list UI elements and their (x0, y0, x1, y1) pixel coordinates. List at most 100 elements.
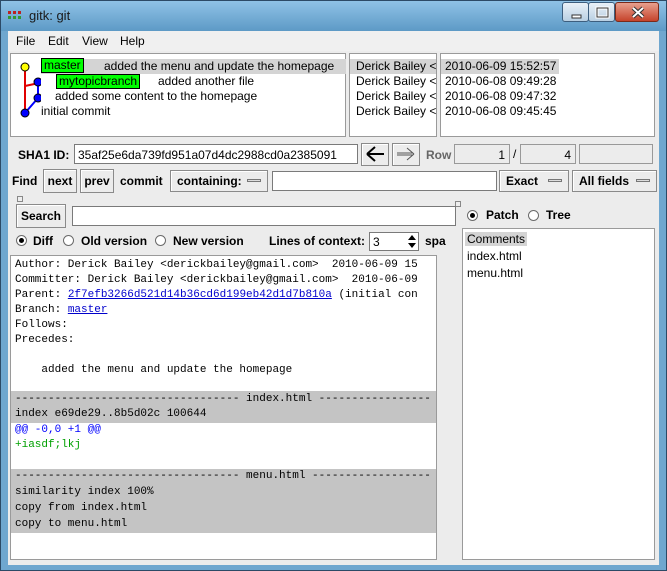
lines-of-context-label: Lines of context: (269, 234, 366, 248)
commit-message-4[interactable]: initial commit (41, 104, 110, 118)
hunk-header: @@ -0,0 +1 @@ (15, 424, 101, 436)
all-fields-label: All fields (579, 174, 630, 188)
commit-date-4[interactable]: 2010-06-08 09:45:45 (445, 104, 556, 118)
date-pane[interactable]: 2010-06-09 15:52:57 2010-06-08 09:49:28 … (440, 53, 655, 137)
right-arrow-icon (397, 147, 415, 161)
lines-of-context-value: 3 (373, 235, 380, 249)
menu-help[interactable]: Help (120, 34, 145, 48)
diff-radio[interactable] (16, 235, 27, 246)
spinner-arrows-icon[interactable] (407, 233, 417, 250)
copy-to-line: copy to menu.html (15, 518, 128, 530)
gitk-app-icon (8, 11, 24, 23)
exact-label: Exact (506, 174, 539, 188)
dropdown-indicator-icon (247, 179, 261, 182)
menu-view[interactable]: View (82, 34, 108, 48)
sha1-label: SHA1 ID: (18, 148, 70, 162)
gitk-window: gitk: git File Edit View Help master add… (0, 0, 667, 571)
row-total-value: 4 (564, 148, 571, 162)
dropdown-indicator-icon (548, 179, 562, 182)
search-button[interactable]: Search (16, 204, 66, 228)
parent-hash-link[interactable]: 2f7efb3266d521d14b36cd6d199eb42d1d7b810a (68, 289, 332, 301)
commit-date-2[interactable]: 2010-06-08 09:49:28 (445, 74, 556, 88)
commit-author-1[interactable]: Derick Bailey < (356, 59, 436, 73)
search-input[interactable] (72, 206, 456, 226)
new-version-label[interactable]: New version (173, 234, 244, 248)
commit-date-3[interactable]: 2010-06-08 09:47:32 (445, 89, 556, 103)
patch-label[interactable]: Patch (486, 208, 519, 222)
commit-message-text: added the menu and update the homepage (15, 364, 293, 376)
old-version-radio[interactable] (63, 235, 74, 246)
old-version-label[interactable]: Old version (81, 234, 147, 248)
row-total-field: 4 (520, 144, 576, 164)
commit-date-1[interactable]: 2010-06-09 15:52:57 (445, 59, 556, 73)
precedes-line: Precedes: (15, 334, 75, 346)
added-line: +iasdf;lkj (15, 439, 82, 451)
left-arrow-icon (366, 146, 384, 162)
commit-message-2[interactable]: added another file (158, 74, 254, 88)
commit-author-4[interactable]: Derick Bailey < (356, 104, 436, 118)
commit-message-1[interactable]: added the menu and update the homepage (104, 59, 334, 73)
commit-graph-pane[interactable]: master added the menu and update the hom… (10, 53, 346, 137)
parent-line: Parent: 2f7efb3266d521d14b36cd6d199eb42d… (15, 289, 418, 301)
exact-dropdown[interactable]: Exact (499, 170, 569, 192)
title-bar[interactable]: gitk: git (1, 1, 666, 31)
minimize-button[interactable] (562, 2, 589, 22)
menu-file[interactable]: File (16, 34, 35, 48)
row-current-value: 1 (498, 148, 505, 162)
all-fields-dropdown[interactable]: All fields (572, 170, 657, 192)
branch-tag-mytopicbranch[interactable]: mytopicbranch (56, 74, 141, 89)
find-label: Find (12, 174, 38, 188)
pane-sash-handle[interactable] (17, 196, 23, 202)
diff-label[interactable]: Diff (33, 234, 53, 248)
minimize-icon (571, 14, 582, 19)
maximize-button[interactable] (588, 2, 615, 22)
file-list-item-menu[interactable]: menu.html (465, 266, 525, 280)
commit-graph (20, 62, 41, 118)
patch-radio[interactable] (467, 210, 478, 221)
close-button[interactable] (615, 2, 659, 22)
file-separator-menu: ---------------------------------- menu.… (15, 470, 431, 482)
row-label: Row (426, 148, 452, 162)
sha1-value: 35af25e6da739fd951a07d4dc2988cd0a2385091 (78, 148, 337, 162)
sha1-input[interactable]: 35af25e6da739fd951a07d4dc2988cd0a2385091 (74, 144, 358, 164)
file-list-pane[interactable]: Comments index.html menu.html (462, 228, 655, 560)
row-separator: / (513, 147, 517, 161)
similarity-line: similarity index 100% (15, 486, 154, 498)
tree-label[interactable]: Tree (546, 208, 571, 222)
diff-view[interactable]: Author: Derick Bailey <derickbailey@gmai… (10, 255, 437, 560)
lines-of-context-spinbox[interactable]: 3 (369, 232, 419, 251)
close-icon (631, 6, 645, 19)
containing-dropdown[interactable]: containing: (170, 170, 268, 192)
branch-line: Branch: master (15, 304, 107, 316)
author-pane[interactable]: Derick Bailey < Derick Bailey < Derick B… (349, 53, 437, 137)
menu-bar: File Edit View Help (8, 31, 659, 51)
branch-tag-master[interactable]: master (41, 58, 84, 73)
author-line: Author: Derick Bailey <derickbailey@gmai… (15, 259, 418, 271)
maximize-icon (595, 6, 610, 19)
branch-prefix: Branch: (15, 304, 68, 316)
file-list-item-index[interactable]: index.html (465, 249, 524, 263)
window-title: gitk: git (29, 8, 71, 23)
find-next-button[interactable]: next (43, 169, 77, 193)
commit-author-3[interactable]: Derick Bailey < (356, 89, 436, 103)
file-list-item-comments[interactable]: Comments (465, 232, 528, 246)
committer-line: Committer: Derick Bailey <derickbailey@g… (15, 274, 418, 286)
commit-author-2[interactable]: Derick Bailey < (356, 74, 436, 88)
commit-message-3[interactable]: added some content to the homepage (55, 89, 257, 103)
follows-line: Follows: (15, 319, 68, 331)
forward-button[interactable] (392, 143, 420, 166)
index-line: index e69de29..8b5d02c 100644 (15, 408, 207, 420)
space-option-label-truncated[interactable]: spa (425, 234, 446, 248)
find-prev-button[interactable]: prev (80, 169, 114, 193)
new-version-radio[interactable] (155, 235, 166, 246)
find-input[interactable] (272, 171, 497, 191)
menu-edit[interactable]: Edit (48, 34, 69, 48)
progress-field (579, 144, 653, 164)
file-separator-index: ---------------------------------- index… (15, 393, 431, 405)
back-button[interactable] (361, 143, 389, 166)
containing-label: containing: (177, 174, 242, 188)
branch-link[interactable]: master (68, 304, 108, 316)
commit-label: commit (120, 174, 163, 188)
tree-radio[interactable] (528, 210, 539, 221)
dropdown-indicator-icon (636, 179, 650, 182)
